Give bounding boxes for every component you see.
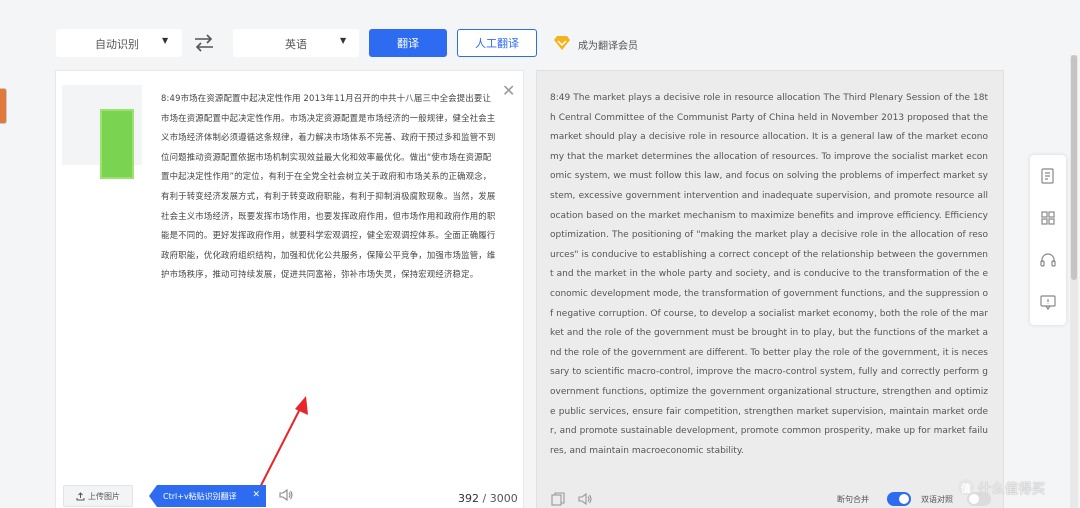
target-language-select[interactable]: 英语 ▼ (233, 29, 359, 57)
target-language-label: 英语 (285, 38, 307, 51)
copy-icon[interactable] (550, 491, 566, 507)
uploaded-image-thumbnail[interactable] (62, 85, 142, 179)
bilingual-compare-label: 双语对照 (921, 495, 953, 504)
speaker-icon[interactable] (577, 491, 593, 507)
toggle-knob (899, 494, 909, 504)
feedback-icon[interactable] (1039, 293, 1057, 311)
upload-image-button[interactable]: 上传图片 (63, 485, 133, 507)
translate-button[interactable]: 翻译 (369, 29, 447, 57)
become-vip-link[interactable]: 成为翻译会员 (578, 37, 638, 52)
speaker-icon[interactable] (278, 487, 294, 503)
paste-translate-tag[interactable]: Ctrl+v粘贴识别翻译 ✕ (149, 485, 266, 507)
watermark-text: 什么值得买 (978, 481, 1046, 497)
close-icon[interactable]: ✕ (502, 81, 515, 100)
side-tab[interactable] (0, 88, 7, 124)
char-counter: 392 / 3000 (458, 492, 518, 505)
translation-text: 8:49 The market plays a decisive role in… (550, 93, 988, 456)
swap-languages-icon[interactable] (193, 33, 215, 53)
chevron-down-icon: ▼ (340, 36, 347, 45)
side-tool-bar (1030, 155, 1066, 325)
upload-image-label: 上传图片 (88, 491, 120, 501)
paste-translate-label: Ctrl+v粘贴识别翻译 (163, 491, 237, 501)
scrollbar-thumb[interactable] (1071, 55, 1077, 280)
close-icon[interactable]: ✕ (252, 490, 260, 500)
document-edit-icon[interactable] (1039, 167, 1057, 185)
source-text[interactable]: 8:49市场在资源配置中起决定性作用 2013年11月召开的中共十八届三中全会提… (161, 89, 497, 285)
source-language-select[interactable]: 自动识别 ▼ (56, 29, 182, 57)
char-count: 392 (458, 492, 479, 505)
source-language-label: 自动识别 (95, 38, 139, 51)
page-scrollbar[interactable] (1070, 55, 1078, 508)
image-preview (100, 109, 134, 179)
watermark: 值 什么值得买 (958, 474, 1046, 500)
grid-apps-icon[interactable] (1039, 209, 1057, 227)
char-max: 3000 (489, 492, 518, 505)
headset-support-icon[interactable] (1039, 251, 1057, 269)
chevron-down-icon: ▼ (162, 36, 169, 45)
upload-icon (76, 491, 85, 500)
translation-panel: 8:49 The market plays a decisive role in… (536, 70, 1004, 508)
merge-sentences-label: 断句合并 (837, 495, 869, 504)
human-translate-button[interactable]: 人工翻译 (457, 29, 537, 57)
watermark-badge: 值 (958, 479, 974, 495)
translate-toolbar: 自动识别 ▼ 英语 ▼ 翻译 人工翻译 成为翻译会员 (0, 0, 1080, 70)
diamond-icon (554, 36, 570, 50)
source-panel: 8:49市场在资源配置中起决定性作用 2013年11月召开的中共十八届三中全会提… (55, 70, 524, 508)
merge-sentences-toggle[interactable] (887, 492, 911, 506)
